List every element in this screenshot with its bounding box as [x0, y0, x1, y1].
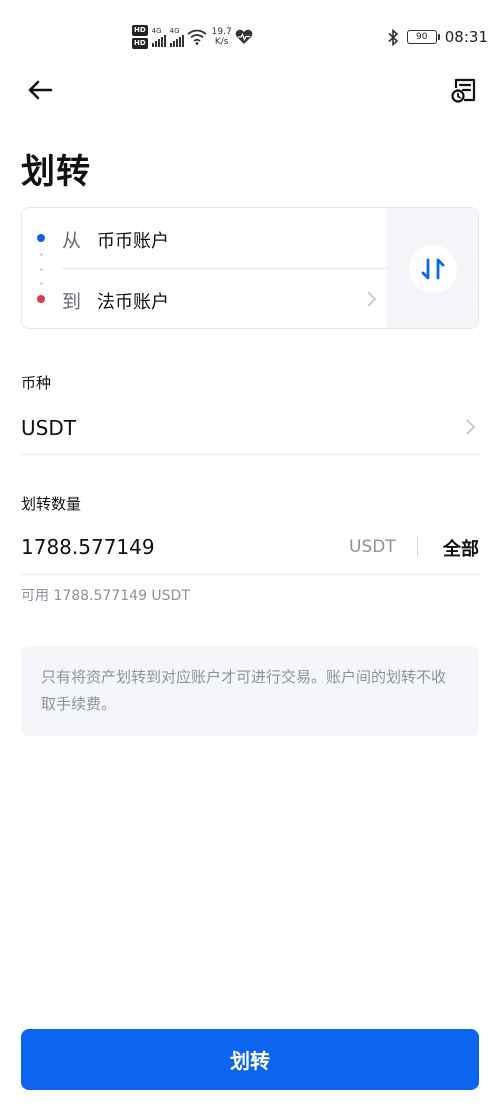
- bluetooth-icon: [388, 28, 398, 46]
- hd-icon: HD: [132, 25, 148, 36]
- from-account: 币币账户: [97, 231, 169, 252]
- back-button[interactable]: [24, 74, 56, 106]
- amount-unit: USDT: [349, 537, 396, 557]
- coin-label: 币种: [21, 374, 52, 392]
- amount-input[interactable]: [21, 532, 321, 562]
- status-bar-right: 90 08:31: [387, 28, 488, 46]
- max-amount-button[interactable]: 全部: [443, 535, 479, 561]
- transfer-record-icon: [451, 78, 476, 103]
- arrow-left-icon: [28, 80, 53, 100]
- status-bar-left: HD HD 4G 4G 19.7 K/s: [132, 22, 253, 52]
- swap-icon: [421, 258, 444, 280]
- signal-icon: 4G: [151, 27, 166, 47]
- submit-transfer-button[interactable]: 划转: [21, 1029, 479, 1090]
- status-time: 08:31: [444, 28, 488, 46]
- coin-value: USDT: [21, 416, 76, 440]
- to-account-row[interactable]: 到 法币账户: [22, 269, 389, 328]
- top-nav: [0, 70, 500, 110]
- to-account: 法币账户: [97, 292, 169, 313]
- page-title: 划转: [21, 152, 91, 192]
- battery-icon: 90: [406, 30, 440, 44]
- speed-value: 19.7: [211, 27, 232, 37]
- wifi-icon: [187, 29, 207, 45]
- battery-level: 90: [416, 32, 428, 42]
- amount-field: USDT 全部: [21, 520, 479, 575]
- from-account-row[interactable]: 从 币币账户: [22, 208, 389, 268]
- transfer-notice: 只有将资产划转到对应账户才可进行交易。账户间的划转不收取手续费。: [21, 646, 479, 736]
- swap-button[interactable]: [408, 245, 457, 293]
- available-balance: 可用 1788.577149 USDT: [21, 588, 190, 604]
- swap-panel: [387, 208, 478, 328]
- network-type: 4G: [169, 27, 180, 35]
- network-type: 4G: [151, 27, 162, 35]
- transfer-record-button[interactable]: [448, 74, 480, 106]
- chevron-right-icon: [466, 419, 476, 435]
- chevron-right-icon: [367, 291, 377, 307]
- speed-unit: K/s: [214, 37, 229, 47]
- transfer-direction-card: 从 币币账户 到 法币账户: [21, 207, 479, 329]
- from-dot: [37, 234, 45, 242]
- heart-icon: [235, 29, 253, 44]
- from-prefix: 从: [62, 230, 82, 252]
- amount-separator: [417, 536, 418, 556]
- hd-icon: HD: [132, 38, 148, 49]
- network-speed: 19.7 K/s: [212, 27, 232, 47]
- to-prefix: 到: [62, 291, 82, 313]
- status-bar: HD HD 4G 4G 19.7 K/s 90 08:31: [0, 0, 500, 70]
- hd-badges: HD HD: [132, 25, 148, 49]
- amount-label: 划转数量: [21, 495, 82, 513]
- signal-icon: 4G: [169, 27, 184, 47]
- coin-selector[interactable]: USDT: [21, 400, 479, 455]
- to-dot: [37, 295, 45, 303]
